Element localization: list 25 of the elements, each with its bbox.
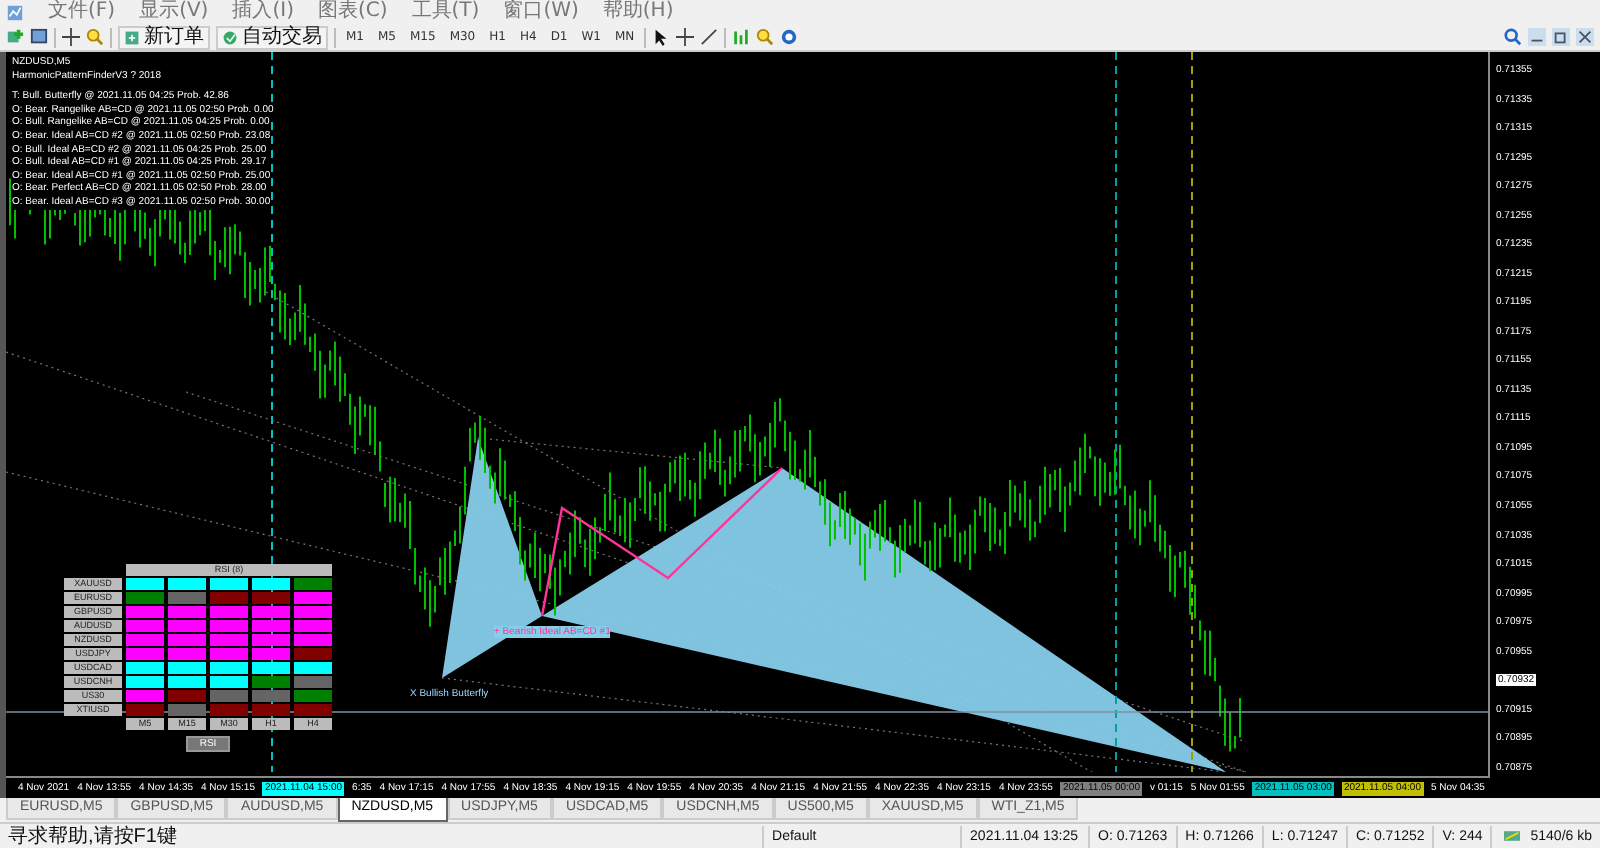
- restore-icon[interactable]: [1552, 28, 1570, 46]
- close-icon[interactable]: [1576, 28, 1594, 46]
- menu-item[interactable]: 工具(T): [411, 0, 480, 24]
- zoom-in-icon[interactable]: [756, 28, 775, 46]
- connection-icon: [1500, 828, 1525, 844]
- crosshair-icon[interactable]: [676, 28, 695, 46]
- window-icon[interactable]: [30, 28, 48, 46]
- crosshair-icon[interactable]: [62, 28, 80, 46]
- menu-item[interactable]: 帮助(H): [602, 0, 674, 24]
- zoom-in-icon[interactable]: [86, 28, 104, 46]
- auto-trading-button[interactable]: 自动交易: [216, 25, 328, 49]
- search-icon[interactable]: [1504, 28, 1522, 46]
- line-icon[interactable]: [700, 28, 719, 46]
- menu-item[interactable]: 图表(C): [317, 0, 388, 24]
- bar-chart-icon[interactable]: [732, 28, 751, 46]
- chart-window-icon: [6, 3, 24, 21]
- new-chart-icon[interactable]: [6, 28, 24, 46]
- new-order-button[interactable]: 新订单: [118, 25, 210, 49]
- menu-item[interactable]: 显示(V): [139, 0, 209, 24]
- check-icon: [222, 29, 238, 45]
- help-text: 寻求帮助,请按F1键: [6, 825, 179, 847]
- minimize-icon[interactable]: [1528, 28, 1546, 46]
- menu-item[interactable]: 插入(I): [232, 0, 294, 24]
- plus-icon: [124, 29, 140, 45]
- cursor-icon[interactable]: [652, 28, 671, 46]
